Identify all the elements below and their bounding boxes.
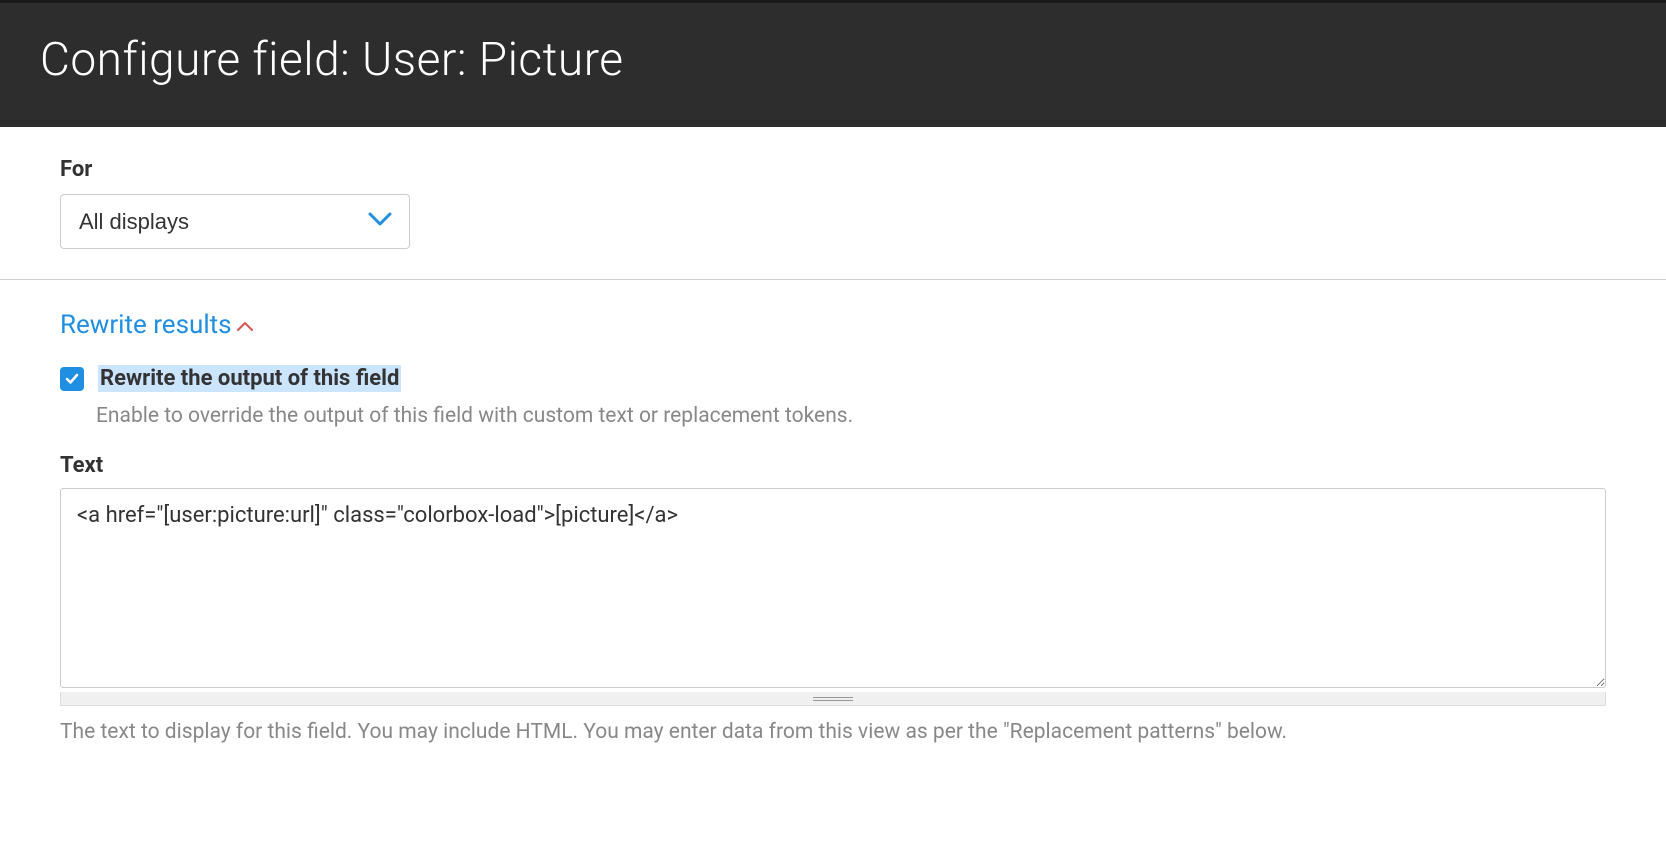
- textarea-wrapper: [60, 488, 1606, 706]
- text-help: The text to display for this field. You …: [60, 720, 1606, 744]
- modal-header: Configure field: User: Picture: [0, 0, 1666, 127]
- page-title: Configure field: User: Picture: [40, 33, 1626, 87]
- check-icon: [64, 371, 80, 387]
- text-label: Text: [60, 453, 1606, 478]
- for-label: For: [60, 157, 1606, 182]
- rewrite-text-input[interactable]: [60, 488, 1606, 688]
- for-select-wrapper: All displays: [60, 194, 410, 249]
- rewrite-results-toggle[interactable]: Rewrite results: [60, 310, 254, 340]
- rewrite-output-checkbox[interactable]: [60, 367, 84, 391]
- rewrite-results-label: Rewrite results: [60, 310, 232, 340]
- rewrite-description: Enable to override the output of this fi…: [96, 404, 1606, 428]
- for-select[interactable]: All displays: [60, 194, 410, 249]
- modal-content: For All displays Rewrite results: [0, 127, 1666, 764]
- textarea-resize-handle[interactable]: [60, 692, 1606, 706]
- rewrite-checkbox-row: Rewrite the output of this field: [60, 365, 1606, 392]
- rewrite-section: Rewrite results Rewrite the output of th…: [60, 310, 1606, 744]
- for-section: For All displays: [0, 157, 1666, 280]
- chevron-up-icon: [236, 313, 254, 337]
- rewrite-output-checkbox-label[interactable]: Rewrite the output of this field: [98, 365, 401, 392]
- grip-icon: [813, 697, 853, 701]
